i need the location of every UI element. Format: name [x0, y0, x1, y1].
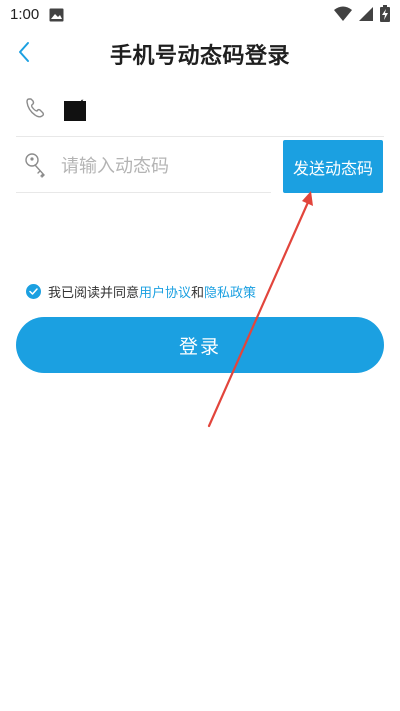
login-screen: 1:00 手机号动态码登录 ´	[0, 0, 400, 711]
check-icon	[29, 287, 38, 295]
image-icon	[49, 7, 64, 22]
battery-charging-icon	[380, 5, 390, 26]
agreement-and: 和	[191, 285, 205, 301]
header-bar: 手机号动态码登录	[0, 28, 400, 80]
back-button[interactable]	[10, 40, 38, 68]
send-code-button[interactable]: 发送动态码	[283, 140, 383, 193]
login-button[interactable]: 登录	[16, 317, 384, 373]
agreement-checkbox[interactable]	[26, 283, 41, 299]
status-icons	[334, 5, 390, 26]
wifi-icon	[334, 6, 352, 26]
cell-signal-icon	[358, 6, 374, 26]
user-agreement-link[interactable]: 用户协议	[139, 282, 191, 301]
privacy-policy-link[interactable]: 隐私政策	[204, 282, 256, 301]
status-bar: 1:00	[0, 0, 400, 28]
agreement-row: 我已阅读并同意 用户协议 和 隐私政策	[26, 281, 256, 301]
phone-icon	[24, 97, 46, 119]
chevron-left-icon	[16, 41, 32, 67]
redaction-block	[64, 101, 86, 121]
status-time: 1:00	[10, 5, 40, 23]
code-input-row	[16, 140, 271, 193]
page-title: 手机号动态码登录	[109, 44, 290, 69]
verification-code-input[interactable]	[61, 148, 261, 184]
key-icon	[24, 152, 48, 178]
agreement-prefix: 我已阅读并同意	[48, 285, 140, 301]
